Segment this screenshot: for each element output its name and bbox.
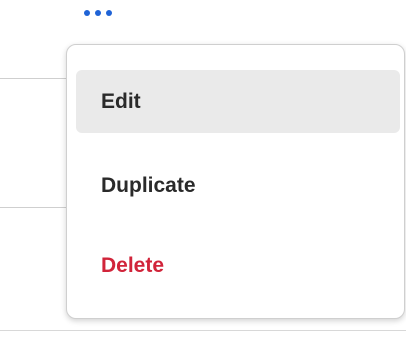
- more-options-button[interactable]: [76, 0, 120, 26]
- more-horizontal-icon: [84, 10, 90, 16]
- more-horizontal-icon: [106, 10, 112, 16]
- more-horizontal-icon: [95, 10, 101, 16]
- row-divider: [0, 78, 68, 79]
- row-divider: [0, 330, 406, 331]
- menu-item-duplicate[interactable]: Duplicate: [76, 154, 400, 217]
- menu-item-label: Edit: [101, 89, 141, 113]
- menu-item-delete[interactable]: Delete: [76, 234, 400, 297]
- menu-item-label: Duplicate: [101, 173, 196, 197]
- menu-item-label: Delete: [101, 253, 165, 277]
- actions-menu: Edit Duplicate Delete: [66, 44, 405, 319]
- row-divider: [0, 207, 68, 208]
- menu-item-edit[interactable]: Edit: [76, 70, 400, 133]
